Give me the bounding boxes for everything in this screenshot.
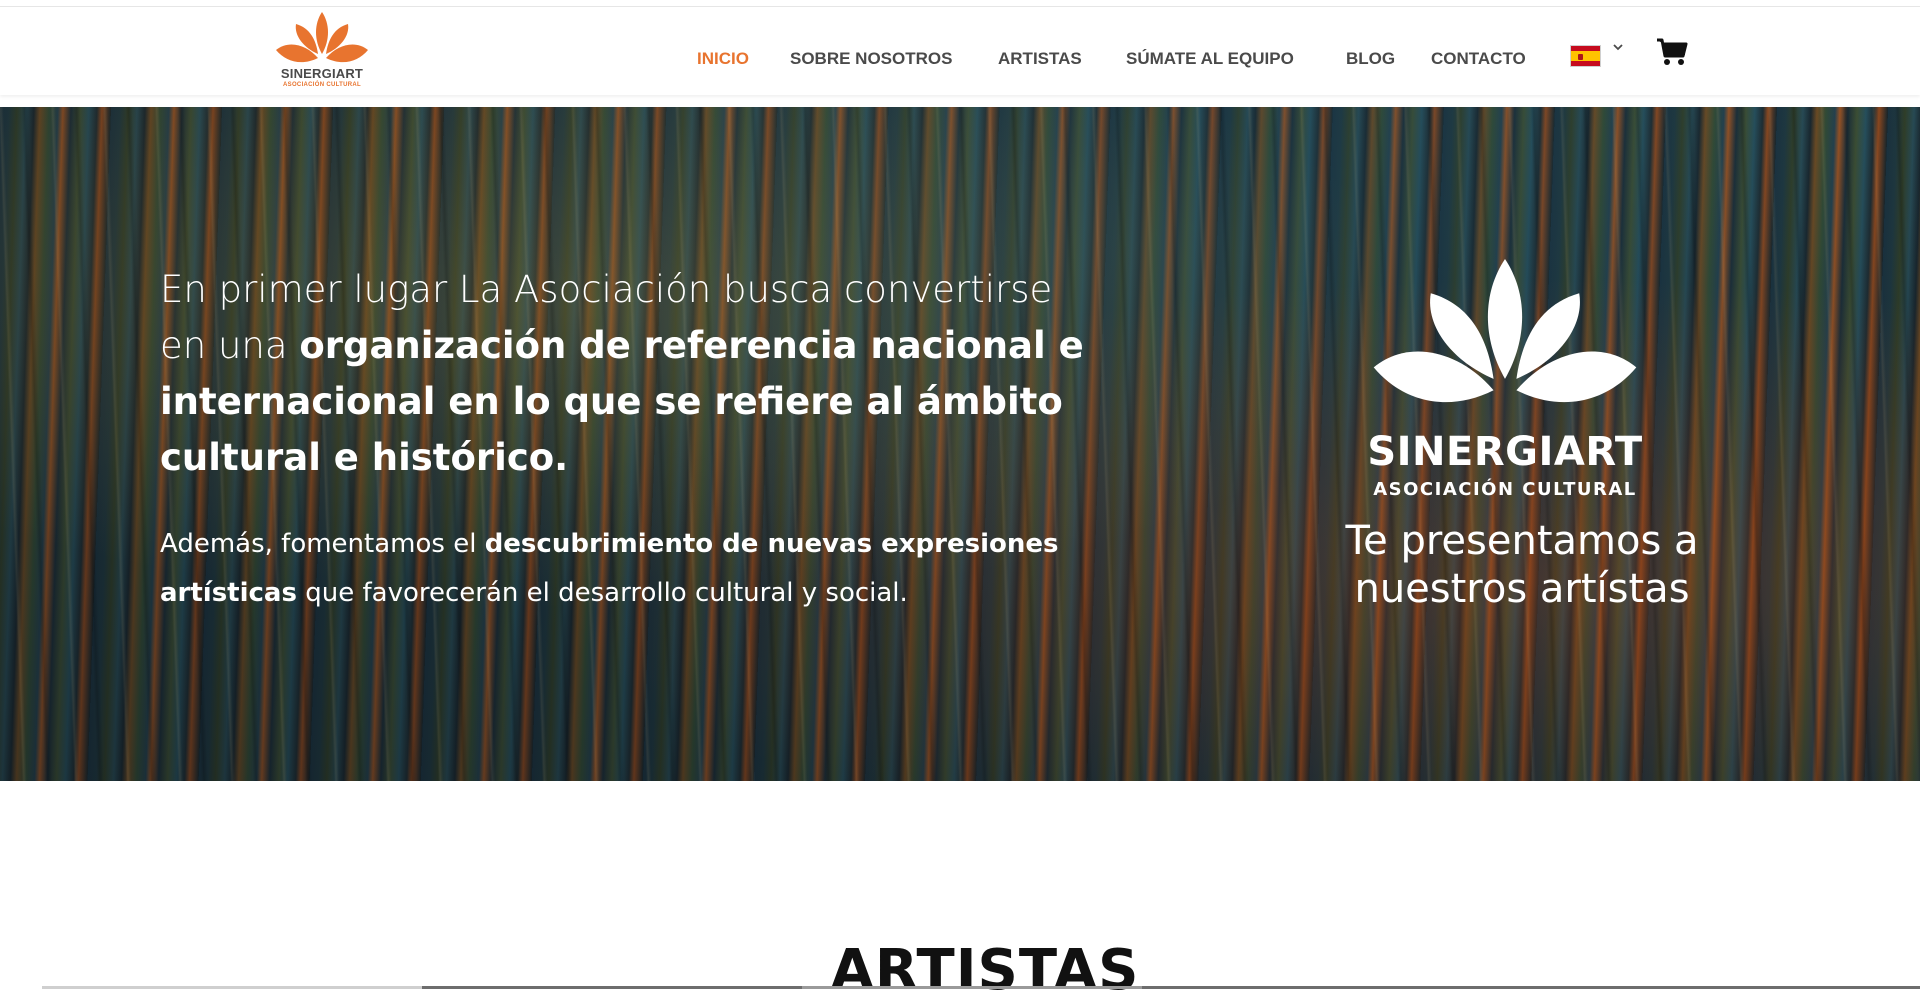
hero-logo-name: SINERGIART <box>1367 429 1643 475</box>
nav-item-artistas[interactable]: ARTISTAS <box>998 49 1082 69</box>
main-nav: INICIO SOBRE NOSOTROS ARTISTAS SÚMATE AL… <box>0 49 1920 73</box>
hero-banner: En primer lugar La Asociación busca conv… <box>0 107 1920 781</box>
hero-tagline: Te presentamos a nuestros artístas <box>1345 518 1699 612</box>
nav-item-blog[interactable]: BLOG <box>1346 49 1395 69</box>
top-border <box>0 0 1920 7</box>
lotus-logo-icon <box>1373 258 1637 403</box>
logo-subtitle: ASOCIACIÓN CULTURAL <box>283 82 361 88</box>
site-header: SINERGIART ASOCIACIÓN CULTURAL INICIO SO… <box>0 7 1920 95</box>
hero-secondary-text: Además, fomentamos el descubrimiento de … <box>160 529 1059 608</box>
shopping-cart-icon[interactable] <box>1656 37 1688 67</box>
chevron-down-icon[interactable] <box>1612 41 1624 53</box>
hero-mission-text: En primer lugar La Asociación busca conv… <box>160 268 1084 479</box>
nav-item-sumate-al-equipo[interactable]: SÚMATE AL EQUIPO <box>1126 49 1294 69</box>
spain-flag-icon[interactable] <box>1570 45 1601 67</box>
nav-item-contacto[interactable]: CONTACTO <box>1431 49 1526 69</box>
nav-item-inicio[interactable]: INICIO <box>697 49 749 69</box>
section-title-artistas: ARTISTAS <box>830 938 1140 1003</box>
hero-logo: SINERGIART ASOCIACIÓN CULTURAL <box>1360 251 1650 501</box>
nav-item-sobre-nosotros[interactable]: SOBRE NOSOTROS <box>790 49 952 69</box>
hero-logo-subtitle: ASOCIACIÓN CULTURAL <box>1373 479 1637 500</box>
bottom-scroll-divider <box>42 986 1920 989</box>
